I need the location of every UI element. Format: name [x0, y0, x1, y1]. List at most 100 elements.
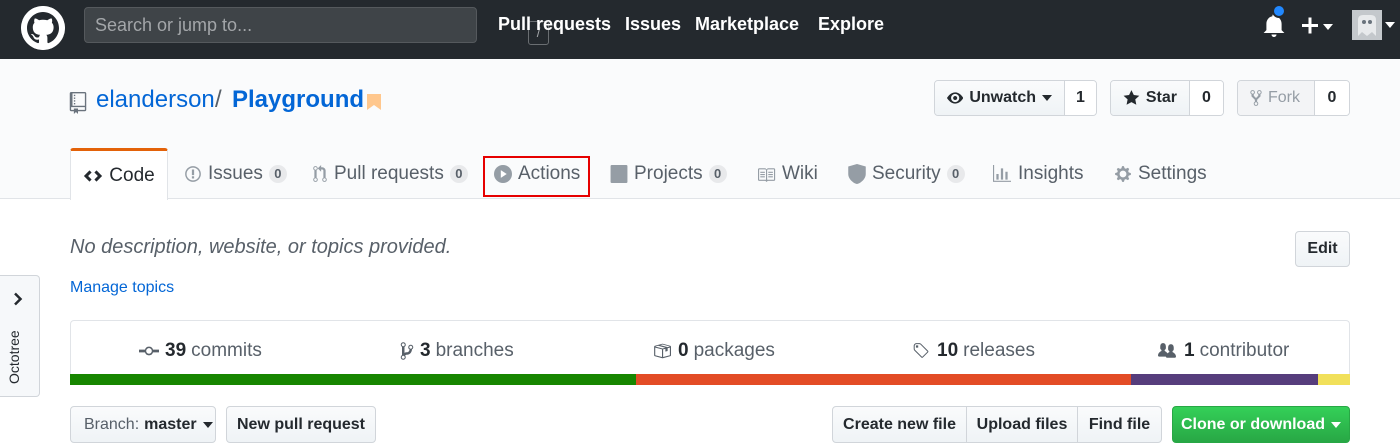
watch-count[interactable]: 1	[1065, 81, 1096, 115]
repo-owner-link[interactable]: elanderson	[96, 86, 215, 114]
language-bar[interactable]	[70, 374, 1350, 385]
tab-counter: 0	[449, 164, 468, 183]
tab-label: Projects	[634, 162, 703, 184]
search-box: /	[84, 7, 549, 45]
language-bar-segment	[1317, 374, 1350, 385]
clone-label: Clone or download	[1181, 415, 1325, 433]
repo-forked-icon	[1250, 90, 1262, 106]
bookmark-icon[interactable]	[367, 94, 381, 115]
language-bar-segment	[635, 374, 1132, 385]
unwatch-button[interactable]: Unwatch	[935, 81, 1065, 115]
tab-label: Code	[109, 164, 155, 186]
path-separator: /	[215, 86, 222, 113]
star-icon	[1123, 90, 1140, 105]
issue-opened-icon	[184, 165, 202, 183]
github-logo-icon[interactable]	[21, 6, 65, 50]
manage-topics-link[interactable]: Manage topics	[70, 279, 174, 297]
commits-count: 39	[165, 340, 187, 361]
edit-description-button[interactable]: Edit	[1295, 231, 1350, 267]
caret-down-icon	[1323, 24, 1333, 30]
tab-settings[interactable]: Settings	[1114, 148, 1207, 199]
language-bar-segment	[70, 374, 636, 385]
tab-label: Security	[872, 162, 941, 184]
branches-link[interactable]: 3 branches	[400, 339, 514, 363]
tab-pull-requests[interactable]: Pull requests 0	[312, 148, 468, 199]
tab-label: Issues	[208, 162, 263, 184]
git-branch-icon	[400, 341, 414, 361]
git-commit-icon	[139, 344, 159, 358]
new-pull-request-button[interactable]: New pull request	[226, 406, 376, 443]
tab-label: Pull requests	[334, 162, 444, 184]
tag-icon	[911, 342, 931, 360]
branches-label: branches	[435, 340, 514, 361]
releases-link[interactable]: 10 releases	[911, 339, 1035, 363]
tab-insights[interactable]: Insights	[992, 148, 1083, 199]
caret-down-icon	[202, 421, 213, 428]
repo-name-link[interactable]: Playground	[232, 86, 364, 114]
tab-wiki[interactable]: Wiki	[756, 148, 818, 199]
people-icon	[1156, 342, 1178, 360]
search-input[interactable]	[95, 14, 425, 36]
book-icon	[756, 166, 776, 182]
create-new-file-button[interactable]: Create new file	[832, 406, 967, 443]
branches-count: 3	[420, 340, 431, 361]
packages-count: 0	[678, 340, 689, 361]
avatar-caret-icon	[1385, 22, 1395, 28]
star-count[interactable]: 0	[1190, 81, 1223, 115]
releases-count: 10	[937, 340, 959, 361]
branch-select-button[interactable]: Branch: master	[70, 406, 216, 443]
global-header: / Pull requests Issues Marketplace Explo…	[0, 0, 1400, 59]
fork-count[interactable]: 0	[1315, 81, 1349, 115]
shield-icon	[848, 163, 866, 184]
eye-icon	[947, 92, 964, 104]
repo-icon	[69, 92, 87, 119]
tab-label: Wiki	[782, 162, 818, 184]
fork-label: Fork	[1268, 89, 1300, 106]
unwatch-label: Unwatch	[969, 89, 1036, 106]
branch-prefix: Branch:	[84, 415, 140, 433]
caret-down-icon	[1042, 95, 1052, 101]
clone-or-download-button[interactable]: Clone or download	[1172, 406, 1350, 443]
gear-icon	[1114, 165, 1132, 183]
watch-button-group: Unwatch 1	[934, 80, 1097, 116]
packages-link[interactable]: 0 packages	[652, 339, 775, 363]
tab-projects[interactable]: Projects 0	[610, 148, 727, 199]
actions-tab-highlight	[483, 156, 590, 197]
user-avatar[interactable]	[1352, 10, 1382, 40]
octotree-toggle[interactable]: Octotree	[0, 275, 40, 397]
contributors-link[interactable]: 1 contributor	[1156, 339, 1289, 363]
contributors-count: 1	[1184, 340, 1195, 361]
tab-counter: 0	[946, 164, 965, 183]
tab-security[interactable]: Security 0	[848, 148, 965, 199]
nav-issues[interactable]: Issues	[625, 14, 681, 35]
commits-label: commits	[191, 340, 262, 361]
tab-issues[interactable]: Issues 0	[184, 148, 287, 199]
caret-down-icon	[1331, 421, 1341, 428]
tab-label: Settings	[1138, 162, 1207, 184]
notification-indicator	[1272, 4, 1286, 18]
tab-code[interactable]: Code	[70, 148, 168, 200]
code-icon	[83, 169, 103, 183]
octotree-label: Octotree	[6, 330, 22, 384]
star-label: Star	[1145, 89, 1177, 106]
upload-files-button[interactable]: Upload files	[966, 406, 1078, 443]
star-button-group: Star 0	[1110, 80, 1224, 116]
repo-description: No description, website, or topics provi…	[70, 236, 452, 258]
git-pull-request-icon	[312, 164, 328, 183]
star-button[interactable]: Star	[1111, 81, 1190, 115]
nav-pull-requests[interactable]: Pull requests	[498, 14, 611, 35]
commits-link[interactable]: 39 commits	[139, 339, 262, 363]
graph-icon	[992, 164, 1012, 183]
packages-label: packages	[693, 340, 775, 361]
fork-button[interactable]: Fork	[1238, 81, 1315, 115]
language-bar-segment	[1131, 374, 1318, 385]
nav-explore[interactable]: Explore	[818, 14, 884, 35]
repo-nav-tabs: Code Issues 0 Pull requests 0 Actions Pr…	[70, 148, 1350, 200]
branch-name: master	[144, 415, 197, 433]
contributors-label: contributor	[1199, 340, 1290, 361]
releases-label: releases	[963, 340, 1035, 361]
create-new-menu[interactable]	[1300, 12, 1340, 40]
package-icon	[652, 342, 672, 360]
nav-marketplace[interactable]: Marketplace	[695, 14, 799, 35]
find-file-button[interactable]: Find file	[1077, 406, 1162, 443]
